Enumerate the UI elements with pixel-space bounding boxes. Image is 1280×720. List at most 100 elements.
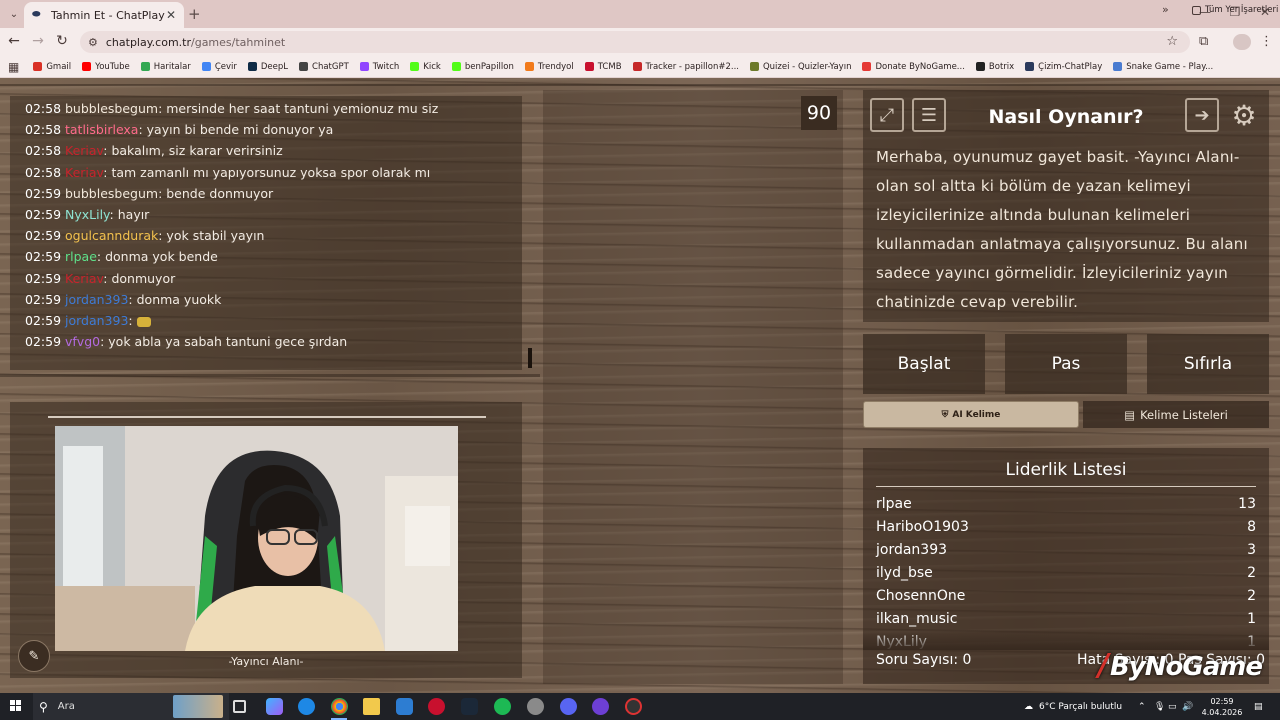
bookmark-favicon-icon	[299, 62, 309, 71]
reload-icon[interactable]: ↻	[53, 33, 71, 49]
bookmark-item[interactable]: Quizei - Quizler-Yayın	[749, 62, 851, 72]
mic-icon[interactable]: 🎙	[1154, 693, 1165, 720]
chat-timestamp: 02:58	[25, 101, 65, 116]
copilot-icon[interactable]	[266, 698, 283, 715]
shield-icon: ⛨	[941, 409, 949, 420]
spotify-icon[interactable]	[494, 698, 511, 715]
notifications-icon[interactable]: ▤	[1254, 693, 1263, 720]
settings-gear-icon[interactable]: ⚙	[1227, 98, 1261, 132]
bookmark-item[interactable]: Donate ByNoGame...	[862, 62, 965, 72]
obs-icon[interactable]	[592, 698, 609, 715]
chat-message: 02:58 Keriav: tam zamanlı mı yapıyorsunu…	[25, 165, 430, 180]
bookmark-favicon-icon	[410, 62, 420, 71]
chat-scrollbar[interactable]	[528, 348, 532, 368]
menu-icon[interactable]: ⋮	[1260, 34, 1273, 49]
tab-search-icon[interactable]: ⌄	[5, 5, 23, 23]
bookmark-favicon-icon	[975, 62, 985, 71]
back-icon[interactable]: ←	[5, 33, 23, 49]
bookmark-item[interactable]: Gmail	[33, 62, 71, 72]
webcam-view	[55, 426, 458, 651]
ai-word-button[interactable]: ⛨ AI Kelime	[863, 401, 1079, 428]
bookmark-item[interactable]: ChatGPT	[299, 62, 349, 72]
active-tab[interactable]: ⬬ Tahmin Et - ChatPlay ✕	[24, 2, 184, 28]
opera-icon[interactable]	[428, 698, 445, 715]
bookmark-item[interactable]: YouTube	[82, 62, 130, 72]
exit-icon[interactable]: ➔	[1185, 98, 1219, 132]
bookmark-favicon-icon	[140, 62, 150, 71]
extensions-icon[interactable]: ⧉	[1199, 34, 1208, 49]
chat-username[interactable]: bubblesbegum	[65, 186, 158, 201]
bookmark-item[interactable]: Kick	[410, 62, 441, 72]
bookmark-item[interactable]: Snake Game - Play...	[1113, 62, 1213, 72]
chat-timestamp: 02:59	[25, 228, 65, 244]
pen-icon[interactable]: ✎	[18, 640, 50, 672]
tray-overflow-icon[interactable]: ⌃	[1138, 693, 1146, 720]
pass-button[interactable]: Pas	[1005, 334, 1127, 394]
chat-username[interactable]: rlpae	[65, 249, 97, 264]
chat-text: : donma yok bende	[96, 249, 218, 265]
discord-icon[interactable]	[560, 698, 577, 715]
bookmark-item[interactable]: DeepL	[247, 62, 288, 72]
profile-avatar[interactable]	[1233, 34, 1251, 50]
bookmark-item[interactable]: Çevir	[201, 61, 237, 72]
task-view-icon[interactable]	[233, 700, 246, 713]
start-button[interactable]: Başlat	[863, 334, 985, 394]
file-explorer-icon[interactable]	[363, 698, 380, 715]
site-info-icon[interactable]: ⚙	[88, 36, 98, 49]
leaderboard-row: HariboO1903 8	[876, 519, 1256, 535]
how-to-play-text: Merhaba, oyunumuz gayet basit. -Yayıncı …	[876, 148, 1248, 311]
chat-username[interactable]: vfvg0	[65, 334, 100, 349]
bookmark-item[interactable]: TCMB	[584, 62, 622, 72]
bookmark-item[interactable]: benPapillon	[451, 62, 514, 72]
bookmark-label: Twitch	[372, 61, 400, 72]
apps-grid-icon[interactable]: ▦	[8, 60, 19, 74]
network-icon[interactable]: ▭	[1168, 693, 1177, 720]
taskbar-search[interactable]: ⚲ Ara	[33, 693, 229, 720]
chat-text: : donma yuokk	[128, 291, 222, 307]
bookmark-item[interactable]: Çizim-ChatPlay	[1025, 62, 1102, 72]
chat-username[interactable]: NyxLily	[65, 207, 110, 222]
chrome-icon[interactable]	[331, 698, 348, 715]
new-tab-icon[interactable]: +	[188, 5, 201, 23]
recorder-icon[interactable]	[625, 698, 642, 715]
windows-start-icon[interactable]	[10, 700, 22, 712]
chat-username[interactable]: jordan393	[65, 313, 128, 328]
bookmark-star-icon[interactable]: ☆	[1166, 34, 1178, 49]
folder-icon	[1192, 5, 1201, 15]
bookmark-item[interactable]: Botrix	[975, 62, 1014, 72]
bookmark-item[interactable]: Twitch	[359, 61, 400, 72]
leaderboard-fade	[863, 630, 1269, 650]
bookmark-label: Tracker - papillon#2...	[645, 61, 739, 72]
chat-username[interactable]: ogulcanndurak	[65, 228, 158, 243]
bookmark-item[interactable]: Haritalar	[140, 62, 191, 72]
bookmarks-overflow-icon[interactable]: »	[1162, 3, 1169, 16]
bookmark-favicon-icon	[749, 62, 759, 71]
reset-button[interactable]: Sıfırla	[1147, 334, 1269, 394]
bookmark-label: Çevir	[214, 61, 237, 72]
system-clock[interactable]: 02:59 4.04.2026	[1200, 696, 1244, 718]
chat-username[interactable]: tatlisbirlexa	[65, 122, 138, 137]
volume-icon[interactable]: 🔊	[1182, 693, 1193, 720]
chat-text: : yok abla ya sabah tantuni gece şırdan	[100, 334, 348, 350]
chat-username[interactable]: bubblesbegum	[65, 101, 158, 116]
chat-timestamp: 02:58	[25, 164, 65, 180]
tab-strip: ⌄ ⬬ Tahmin Et - ChatPlay ✕ + — ❐ ✕	[0, 0, 1280, 28]
chat-username[interactable]: jordan393	[65, 292, 128, 307]
chat-username[interactable]: Keriav	[65, 271, 103, 286]
steam-icon[interactable]	[461, 698, 478, 715]
bynogame-logo-icon: /	[1098, 648, 1109, 683]
weather-widget[interactable]: ☁ 6°C Parçalı bulutlu	[1024, 693, 1122, 720]
chat-text: : mersinde her saat tantuni yemionuz mu …	[158, 101, 439, 116]
all-bookmarks[interactable]: Tüm Yer İşaretleri	[1192, 5, 1278, 15]
chat-username[interactable]: Keriav	[65, 165, 103, 180]
tab-close-icon[interactable]: ✕	[166, 8, 176, 22]
chat-username[interactable]: Keriav	[65, 143, 103, 158]
word-lists-button[interactable]: ▤ Kelime Listeleri	[1083, 401, 1269, 428]
edge-icon[interactable]	[298, 698, 315, 715]
bookmark-item[interactable]: Trendyol	[524, 62, 574, 72]
app-icon[interactable]	[527, 698, 544, 715]
bookmark-item[interactable]: Tracker - papillon#2...	[632, 61, 739, 72]
forward-icon[interactable]: →	[29, 33, 47, 49]
address-bar[interactable]: ⚙ chatplay.com.tr/games/tahminet ☆	[80, 31, 1190, 53]
mail-icon[interactable]	[396, 698, 413, 715]
